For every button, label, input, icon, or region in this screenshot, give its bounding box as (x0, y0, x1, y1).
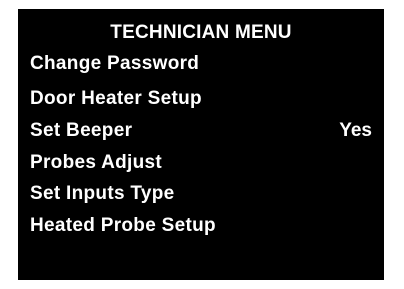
menu-item-change-password[interactable]: Change Password (30, 50, 372, 78)
menu-item-set-beeper[interactable]: Set Beeper Yes (30, 117, 372, 145)
menu-item-heated-probe-setup[interactable]: Heated Probe Setup (30, 212, 372, 240)
menu-item-set-inputs-type[interactable]: Set Inputs Type (30, 180, 372, 208)
menu-item-door-heater-setup[interactable]: Door Heater Setup (30, 85, 372, 113)
menu-item-label: Set Beeper (30, 120, 133, 141)
menu-item-label: Set Inputs Type (30, 183, 175, 204)
display-screen: TECHNICIAN MENU Change Password Door Hea… (18, 9, 384, 280)
menu-item-label: Heated Probe Setup (30, 215, 216, 236)
menu-item-label: Door Heater Setup (30, 88, 202, 109)
beeper-value: Yes (339, 120, 372, 141)
menu-title: TECHNICIAN MENU (110, 22, 292, 43)
menu-item-label: Probes Adjust (30, 152, 162, 173)
menu-item-probes-adjust[interactable]: Probes Adjust (30, 149, 372, 177)
menu-item-label: Change Password (30, 53, 200, 74)
